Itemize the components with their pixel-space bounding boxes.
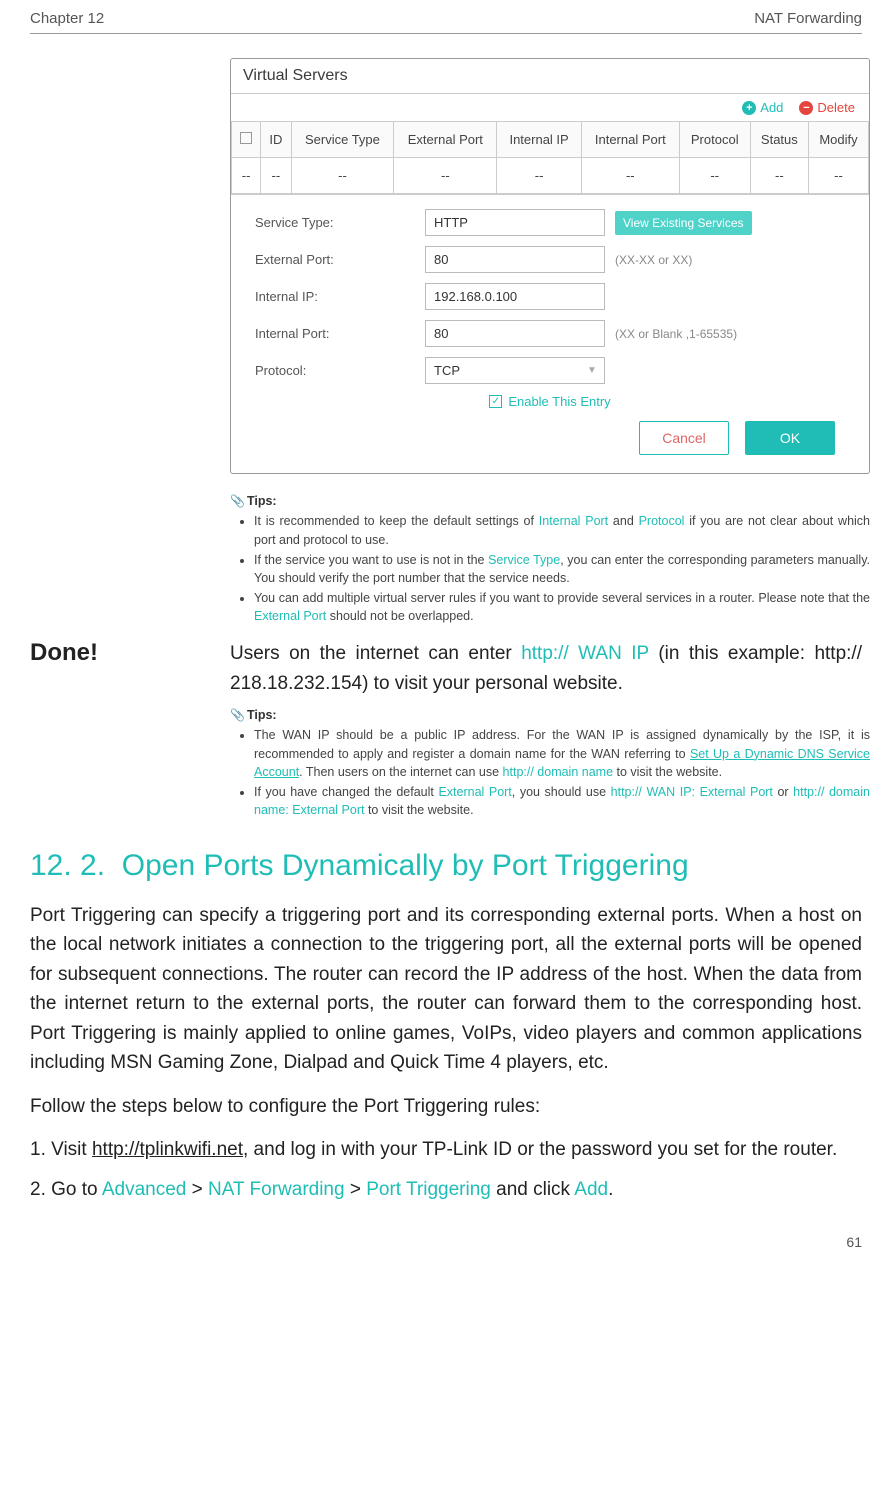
tips-heading: Tips: (247, 494, 277, 508)
tips-block-2: Tips: The WAN IP should be a public IP a… (230, 706, 870, 819)
col-modify: Modify (808, 122, 868, 158)
section-heading: 12. 2. Open Ports Dynamically by Port Tr… (30, 849, 862, 883)
add-button[interactable]: + Add (742, 100, 783, 115)
page-number: 61 (30, 1234, 862, 1250)
tip-item: If the service you want to use is not in… (254, 551, 870, 587)
checkbox-icon[interactable] (240, 132, 252, 144)
done-row: Done! Users on the internet can enter ht… (30, 639, 862, 698)
tplink-url-link[interactable]: http://tplinkwifi.net (92, 1139, 243, 1160)
paperclip-icon (230, 708, 247, 722)
external-port-label: External Port: (255, 252, 425, 267)
chapter-label: Chapter 12 (30, 10, 104, 27)
section-paragraph: Follow the steps below to configure the … (30, 1092, 862, 1121)
internal-port-input[interactable] (425, 320, 605, 347)
internal-port-hint: (XX or Blank ,1-65535) (615, 327, 737, 341)
enable-label: Enable This Entry (508, 394, 610, 409)
internal-ip-input[interactable] (425, 283, 605, 310)
section-title: Open Ports Dynamically by Port Triggerin… (122, 849, 689, 882)
minus-icon: − (799, 101, 813, 115)
view-existing-button[interactable]: View Existing Services (615, 211, 752, 235)
service-type-label: Service Type: (255, 215, 425, 230)
entry-form: Service Type: View Existing Services Ext… (231, 194, 869, 473)
internal-ip-label: Internal IP: (255, 289, 425, 304)
delete-label: Delete (817, 100, 855, 115)
col-status: Status (750, 122, 808, 158)
col-external-port: External Port (394, 122, 497, 158)
protocol-select[interactable] (425, 357, 605, 384)
virtual-servers-figure: Virtual Servers + Add − Delete ID Servic… (230, 58, 862, 474)
col-service-type: Service Type (291, 122, 394, 158)
check-icon: ✓ (489, 395, 502, 408)
col-internal-ip: Internal IP (497, 122, 581, 158)
external-port-input[interactable] (425, 246, 605, 273)
col-protocol: Protocol (679, 122, 750, 158)
section-number: 12. 2. (30, 849, 105, 882)
service-type-input[interactable] (425, 209, 605, 236)
add-label: Add (760, 100, 783, 115)
cancel-button[interactable]: Cancel (639, 421, 729, 455)
delete-button[interactable]: − Delete (799, 100, 855, 115)
servers-table: ID Service Type External Port Internal I… (231, 121, 869, 194)
done-text: Users on the internet can enter http:// … (230, 639, 862, 698)
col-id: ID (261, 122, 291, 158)
tip-item: The WAN IP should be a public IP address… (254, 726, 870, 780)
paperclip-icon (230, 494, 247, 508)
enable-entry-checkbox[interactable]: ✓ Enable This Entry (255, 394, 845, 409)
plus-icon: + (742, 101, 756, 115)
table-header-row: ID Service Type External Port Internal I… (232, 122, 869, 158)
internal-port-label: Internal Port: (255, 326, 425, 341)
tips-heading: Tips: (247, 708, 277, 722)
step-item: 1. Visit http://tplinkwifi.net, and log … (30, 1135, 862, 1164)
protocol-label: Protocol: (255, 363, 425, 378)
page-header: Chapter 12 NAT Forwarding (30, 0, 862, 34)
step-item: 2. Go to Advanced > NAT Forwarding > Por… (30, 1175, 862, 1204)
virtual-servers-panel: Virtual Servers + Add − Delete ID Servic… (230, 58, 870, 474)
tip-item: It is recommended to keep the default se… (254, 512, 870, 548)
ok-button[interactable]: OK (745, 421, 835, 455)
done-label: Done! (30, 639, 230, 667)
external-port-hint: (XX-XX or XX) (615, 253, 692, 267)
col-check (232, 122, 261, 158)
tip-item: If you have changed the default External… (254, 783, 870, 819)
col-internal-port: Internal Port (581, 122, 679, 158)
tip-item: You can add multiple virtual server rule… (254, 589, 870, 625)
table-row: -- -- -- -- -- -- -- -- -- (232, 158, 869, 194)
step-list: 1. Visit http://tplinkwifi.net, and log … (30, 1135, 862, 1204)
panel-toolbar: + Add − Delete (231, 94, 869, 121)
panel-title: Virtual Servers (231, 59, 869, 94)
chapter-title: NAT Forwarding (754, 10, 862, 27)
section-paragraph: Port Triggering can specify a triggering… (30, 901, 862, 1078)
tips-block-1: Tips: It is recommended to keep the defa… (230, 492, 870, 625)
